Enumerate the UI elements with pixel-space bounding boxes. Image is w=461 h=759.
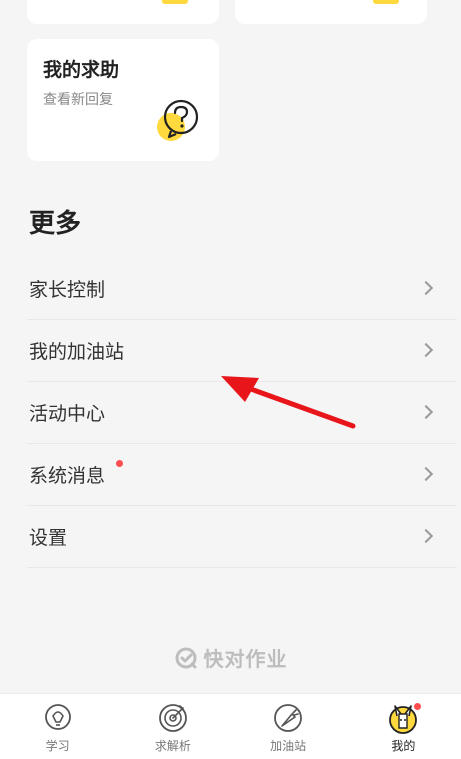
chevron-right-icon [418,466,434,481]
tab-label: 求解析 [154,739,191,753]
brand-name: 快对作业 [203,647,288,671]
top-card-left[interactable] [27,0,219,24]
unread-dot-badge [116,460,123,467]
my-help-subtitle: 查看新回复 [43,92,113,108]
my-help-title: 我的求助 [43,59,120,81]
profile-page: 我的求助 查看新回复 更多 家长控制 我的加油站 活动中心 系统消息 设置 快对… [0,0,461,759]
menu-item-label: 我的加油站 [29,341,125,363]
brand-logo-icon [175,647,196,668]
lightbulb-icon [44,704,71,730]
card-accent-decoration [373,0,399,4]
tab-label: 学习 [45,739,70,753]
menu-item-label: 活动中心 [29,403,106,425]
tab-mine[interactable]: 我的 [346,694,461,759]
annotation-arrow-icon [221,376,356,429]
my-help-card[interactable]: 我的求助 查看新回复 [27,39,219,161]
chevron-right-icon [418,280,434,295]
target-icon [158,704,187,732]
menu-item-system-messages[interactable]: 系统消息 [27,444,457,506]
menu-item-label: 设置 [29,527,68,549]
tab-study[interactable]: 学习 [0,694,115,759]
tab-gas-station[interactable]: 加油站 [231,694,346,759]
tab-label: 我的 [391,739,416,753]
chevron-right-icon [418,528,434,543]
menu-item-label: 家长控制 [29,279,106,301]
menu-item-parental-control[interactable]: 家长控制 [27,258,457,320]
bottom-tab-bar: 学习 求解析 加油站 我的 [0,693,461,759]
brand-footer: 快对作业 [0,643,461,672]
chevron-right-icon [418,342,434,357]
carrot-icon [274,704,303,732]
card-accent-decoration [162,0,188,4]
tab-label: 加油站 [270,739,307,753]
menu-item-label: 系统消息 [29,465,106,487]
top-card-right[interactable] [235,0,427,24]
question-bubble-icon [157,99,199,141]
chevron-right-icon [418,404,434,419]
tab-ask-solution[interactable]: 求解析 [115,694,230,759]
notification-dot-badge [413,703,421,710]
menu-item-settings[interactable]: 设置 [27,506,457,568]
section-title-more: 更多 [29,209,82,239]
